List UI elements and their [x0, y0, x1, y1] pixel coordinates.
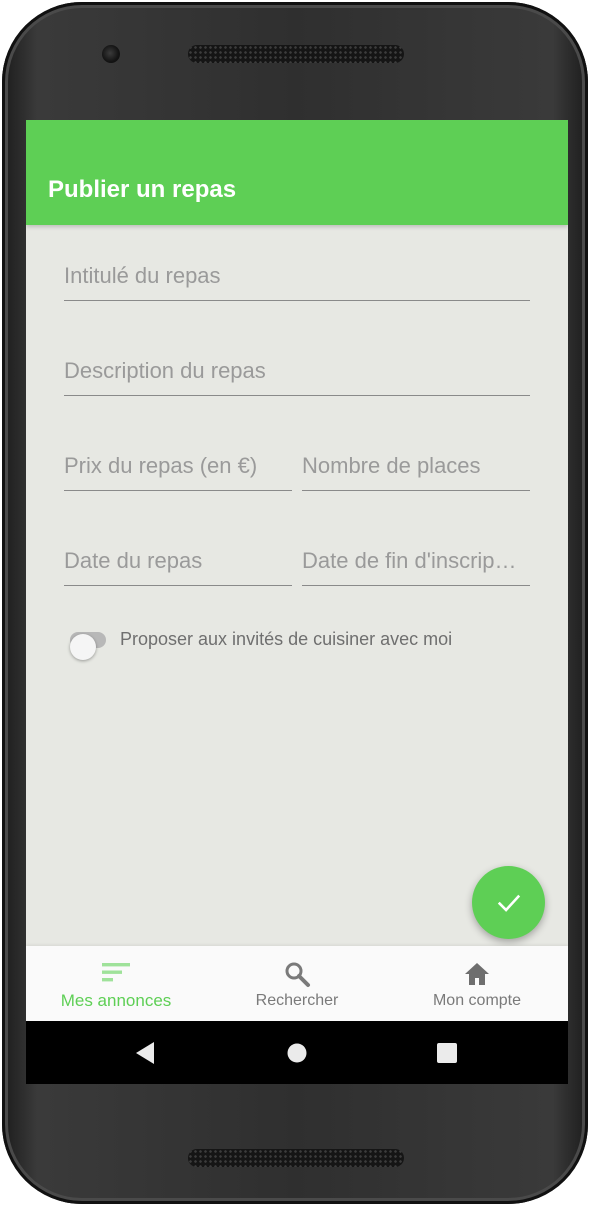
meal-description-field[interactable]: Description du repas [64, 352, 530, 396]
nav-search[interactable]: Rechercher [207, 946, 387, 1021]
nav-search-label: Rechercher [255, 992, 339, 1009]
page-title: Publier un repas [48, 176, 237, 203]
bottom-speaker-grille [188, 1149, 404, 1167]
places-count-placeholder: Nombre de places [302, 453, 481, 478]
nav-my-listings-label: Mes annonces [60, 991, 172, 1010]
registration-end-date-placeholder: Date de fin d'inscrip… [302, 548, 517, 573]
meal-price-field[interactable]: Prix du repas (en €) [64, 447, 292, 491]
top-speaker-grille [188, 45, 404, 63]
bottom-navigation: Mes annonces Rechercher Mon compte [26, 946, 568, 1021]
meal-title-field[interactable]: Intitulé du repas [64, 257, 530, 301]
phone-frame: Publier un repas Intitulé du repas Descr… [2, 2, 588, 1204]
back-icon[interactable] [132, 1040, 158, 1066]
system-navigation-bar [26, 1021, 568, 1084]
publish-button[interactable] [472, 866, 545, 939]
nav-my-account-label: Mon compte [432, 992, 522, 1009]
meal-title-placeholder: Intitulé du repas [64, 263, 221, 288]
switch-thumb [70, 634, 96, 660]
meal-price-placeholder: Prix du repas (en €) [64, 453, 258, 478]
search-icon [285, 962, 310, 987]
check-icon [497, 894, 520, 912]
registration-end-date-field[interactable]: Date de fin d'inscrip… [302, 542, 530, 586]
home-icon [465, 963, 489, 985]
nav-my-listings[interactable]: Mes annonces [26, 946, 206, 1021]
cook-together-row: Proposer aux invités de cuisiner avec mo… [64, 624, 530, 660]
meal-date-field[interactable]: Date du repas [64, 542, 292, 586]
sort-lines-icon [102, 963, 130, 982]
cook-together-label: Proposer aux invités de cuisiner avec mo… [120, 629, 453, 649]
front-camera [102, 45, 120, 63]
screen: Publier un repas Intitulé du repas Descr… [26, 120, 568, 1084]
cook-together-switch[interactable] [70, 632, 106, 660]
places-count-field[interactable]: Nombre de places [302, 447, 530, 491]
home-circle-icon[interactable] [284, 1040, 310, 1066]
meal-date-placeholder: Date du repas [64, 548, 203, 573]
meal-description-placeholder: Description du repas [64, 358, 266, 383]
nav-my-account[interactable]: Mon compte [387, 946, 567, 1021]
recents-square-icon[interactable] [434, 1040, 460, 1066]
app-bar: Publier un repas [26, 120, 568, 225]
